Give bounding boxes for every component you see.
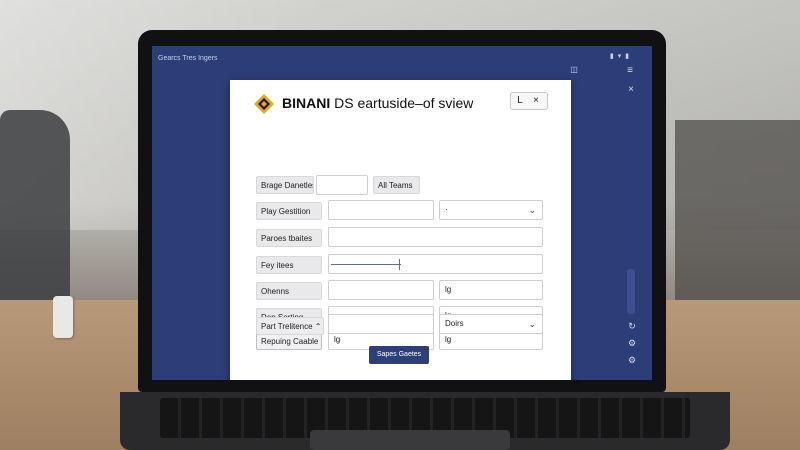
unit-text: lg <box>445 285 452 294</box>
close-icon[interactable]: × <box>529 94 543 108</box>
settings-icon[interactable]: ⚙ <box>626 354 638 366</box>
badge-icon[interactable]: ◫ <box>568 64 580 76</box>
chevron-down-icon: ⌄ <box>528 319 536 329</box>
background-cabinet <box>675 120 800 310</box>
row-input[interactable] <box>328 314 434 334</box>
desk-bottle <box>53 296 73 338</box>
row-select-value: · <box>445 205 448 214</box>
laptop-screen: Gearcs Tres Ingers ▮ ▾ ▮ ◫ ≡ × ↻ ⚙ ⚙ BIN… <box>152 46 652 380</box>
settings-dialog: BINANI DS eartuside–of sview L × Brage D… <box>230 80 571 380</box>
dialog-title: BINANI DS eartuside–of sview <box>282 95 473 111</box>
part-trelitence-dropdown[interactable]: Part Trelitence ⌃ <box>256 317 324 335</box>
logo-diamond-icon <box>254 94 274 114</box>
chevron-up-icon: ⌃ <box>312 322 322 331</box>
row-label: Part Trelitence <box>261 322 313 331</box>
range-slider-field[interactable] <box>328 254 543 274</box>
slider-track <box>331 264 401 265</box>
refresh-icon[interactable]: ↻ <box>626 320 638 332</box>
sapes-gaetes-button[interactable]: Sapes Gaetes <box>369 346 429 364</box>
row-label: Fey itees <box>256 256 322 274</box>
row-select[interactable]: · ⌄ <box>439 200 543 220</box>
row-select-value: Doirs <box>445 319 464 328</box>
row-label: Play Gestition <box>256 202 322 220</box>
row-label: Ohenns <box>256 282 322 300</box>
row-label: Paroes tbaites <box>256 229 322 247</box>
side-scrollbar[interactable] <box>627 269 635 314</box>
row-input[interactable] <box>328 280 434 300</box>
side-close-icon[interactable]: × <box>625 84 637 96</box>
brage-danetles-button[interactable]: Brage Danetles <box>256 176 314 194</box>
minimize-icon[interactable]: L <box>513 94 527 108</box>
row-select[interactable]: Doirs ⌄ <box>439 314 543 334</box>
all-teams-button[interactable]: All Teams <box>373 176 420 194</box>
menu-icon[interactable]: ≡ <box>624 65 636 77</box>
row-input[interactable] <box>328 200 434 220</box>
settings-icon[interactable]: ⚙ <box>626 337 638 349</box>
dialog-title-text: DS eartuside–of sview <box>330 95 474 111</box>
brand-name: BINANI <box>282 95 331 111</box>
chevron-down-icon: ⌄ <box>528 205 536 215</box>
status-tray: ▮ ▾ ▮ <box>609 53 630 60</box>
unit-text: lg <box>445 335 452 344</box>
row-input-wide[interactable] <box>328 227 543 247</box>
app-window-title: Gearcs Tres Ingers <box>158 55 218 62</box>
header-input[interactable] <box>316 175 368 195</box>
slider-thumb[interactable] <box>399 259 400 270</box>
row-unit-field[interactable]: lg <box>439 280 543 300</box>
laptop-trackpad <box>310 430 510 450</box>
